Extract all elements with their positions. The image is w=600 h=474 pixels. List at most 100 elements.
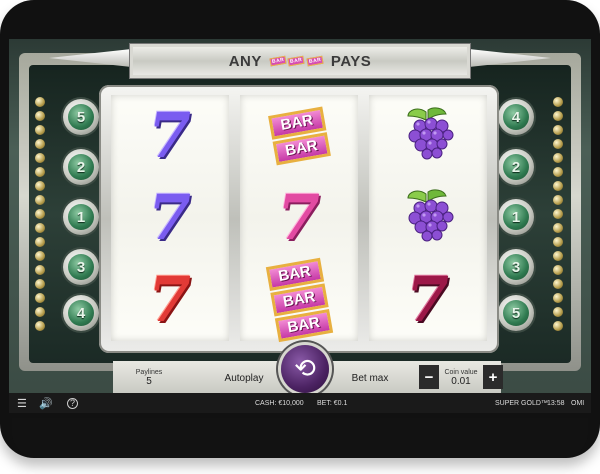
light-dot [35,279,45,289]
title-left-text: ANY [228,52,262,70]
paylines-label: Paylines [135,369,163,376]
seven-symbol: 7 [142,181,199,254]
autoplay-button[interactable]: Autoplay [209,361,279,395]
bet-max-button[interactable]: Bet max [337,361,403,395]
light-dot [553,181,563,191]
light-dot [35,321,45,331]
payline-badge-left-4[interactable]: 3 [63,249,99,285]
payline-badge-left-2[interactable]: 2 [63,149,99,185]
coin-value-label: Coin value [444,369,478,376]
light-dot [553,195,563,205]
mini-bar-3: BAR [306,55,324,67]
reel-2-cell-2: 7 [240,177,358,259]
light-dot [35,237,45,247]
reel-1-cell-2: 7 [111,177,229,259]
light-dot [35,97,45,107]
seven-symbol: 7 [400,263,457,336]
payline-number: 5 [68,104,94,130]
coin-increase-button[interactable]: + [483,365,503,389]
light-dot [553,279,563,289]
coin-value: 0.01 [451,376,471,387]
payline-number: 4 [503,104,529,130]
light-dot [35,307,45,317]
title-right-text: PAYS [330,52,372,70]
paylines-value: 5 [146,376,152,387]
light-dot [35,265,45,275]
light-dot [553,139,563,149]
coin-value-display: Coin value 0.01 [439,361,483,395]
light-dot [553,223,563,233]
seven-symbol: 7 [271,181,328,254]
payline-badge-left-1[interactable]: 5 [63,99,99,135]
light-dot [35,111,45,121]
light-dot [553,209,563,219]
payline-badge-left-5[interactable]: 4 [63,295,99,331]
light-dot [553,237,563,247]
payline-number: 2 [68,154,94,180]
light-dot [35,125,45,135]
payline-number: 3 [503,254,529,280]
light-dot [553,167,563,177]
reel-3-cell-2 [369,177,487,259]
payline-number: 5 [503,300,529,326]
light-dot [553,153,563,163]
reel-2-cell-1: BAR BAR [240,95,358,177]
game-screen: ANY BAR BAR BAR PAYS 5 2 1 3 4 4 2 1 3 5… [9,39,591,413]
sound-icon[interactable]: 🔊 [39,393,53,413]
light-dot [35,139,45,149]
light-dot [553,251,563,261]
payline-number: 1 [68,204,94,230]
coin-decrease-button[interactable]: − [419,365,439,389]
payline-number: 3 [68,254,94,280]
payline-number: 4 [68,300,94,326]
autoplay-label: Autoplay [224,372,264,384]
light-dot [553,321,563,331]
cash-display: CASH: €10,000 [255,399,304,407]
bar-symbol: BAR BAR [267,106,331,166]
reel-3: 7 [369,95,487,341]
paylines-control[interactable]: Paylines 5 [121,361,177,395]
tablet-bezel-bottom [12,418,588,458]
light-dot [553,293,563,303]
title-banner: ANY BAR BAR BAR PAYS [129,43,471,79]
mini-bar-2: BAR [287,55,306,67]
clock: 13:58 [547,399,565,407]
spin-icon: ⟲ [294,354,316,384]
light-dot [553,125,563,135]
grapes-symbol [398,186,458,250]
coin-value-control: − Coin value 0.01 + [419,361,503,395]
reel-3-cell-1 [369,95,487,177]
status-bar: ☰ 🔊 ? CASH: €10,000 BET: €0.1 SUPER GOLD… [9,393,591,413]
light-dot [35,167,45,177]
game-name: SUPER GOLD™ [495,399,548,407]
light-dot [553,111,563,121]
payline-badge-right-4[interactable]: 3 [498,249,534,285]
light-dot [35,195,45,205]
payline-badge-left-3[interactable]: 1 [63,199,99,235]
seven-symbol: 7 [142,99,199,172]
payline-badge-right-2[interactable]: 2 [498,149,534,185]
bet-display: BET: €0.1 [317,399,348,407]
light-dot [35,209,45,219]
grapes-symbol [398,104,458,168]
reels-frame: 777 BAR BAR 7 BAR BAR BAR 7 [99,85,499,353]
payline-badge-right-1[interactable]: 4 [498,99,534,135]
light-dot [35,293,45,303]
payline-badge-right-5[interactable]: 5 [498,295,534,331]
menu-icon[interactable]: ☰ [17,393,27,413]
help-icon[interactable]: ? [67,393,78,413]
lights-left [35,97,47,347]
bar-symbol: BAR BAR BAR [265,257,333,343]
reel-2-cell-3: BAR BAR BAR [240,257,358,343]
light-dot [553,97,563,107]
light-dot [35,223,45,233]
reel-1-cell-3: 7 [111,259,229,341]
reel-1-cell-1: 7 [111,95,229,177]
payline-badge-right-3[interactable]: 1 [498,199,534,235]
light-dot [553,307,563,317]
light-dot [35,251,45,261]
spin-button[interactable]: ⟲ [281,345,329,393]
light-dot [35,153,45,163]
brand-logo: OMI [571,399,585,407]
light-dot [35,181,45,191]
